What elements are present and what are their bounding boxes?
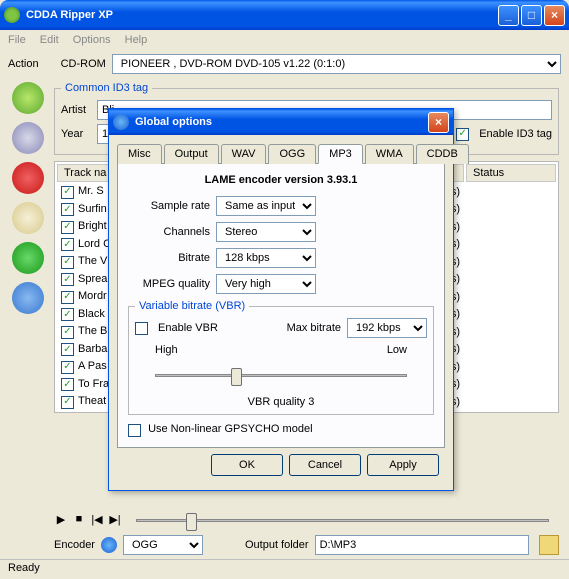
statusbar: Ready bbox=[0, 559, 569, 579]
track-checkbox[interactable]: ✓ bbox=[61, 396, 74, 409]
tab-ogg[interactable]: OGG bbox=[268, 144, 316, 164]
transport-bar: ▶ ■ |◀ ▶| bbox=[54, 509, 559, 529]
id3-legend: Common ID3 tag bbox=[61, 82, 152, 94]
tab-wma[interactable]: WMA bbox=[365, 144, 414, 164]
tab-misc[interactable]: Misc bbox=[117, 144, 162, 164]
tab-wav[interactable]: WAV bbox=[221, 144, 267, 164]
bitrate-label: Bitrate bbox=[128, 252, 210, 264]
cdrom-row: Action CD-ROM PIONEER , DVD-ROM DVD-105 … bbox=[0, 50, 569, 78]
col-status[interactable]: Status bbox=[466, 164, 556, 182]
slider-low-label: Low bbox=[387, 344, 407, 356]
gpsycho-label: Use Non-linear GPSYCHO model bbox=[148, 423, 312, 435]
stop-transport-icon[interactable]: ■ bbox=[72, 512, 86, 526]
output-folder-label: Output folder bbox=[245, 539, 309, 551]
cdrom-select[interactable]: PIONEER , DVD-ROM DVD-105 v1.22 (0:1:0) bbox=[112, 54, 561, 74]
track-checkbox[interactable]: ✓ bbox=[61, 203, 74, 216]
window-titlebar: CDDA Ripper XP _ □ × bbox=[0, 0, 569, 30]
encoder-header: LAME encoder version 3.93.1 bbox=[128, 174, 434, 186]
track-checkbox[interactable]: ✓ bbox=[61, 273, 74, 286]
slider-high-label: High bbox=[155, 344, 178, 356]
bottom-controls: ▶ ■ |◀ ▶| Encoder OGG Output folder bbox=[54, 509, 559, 555]
tab-output[interactable]: Output bbox=[164, 144, 219, 164]
edit-icon[interactable] bbox=[12, 202, 44, 234]
channels-label: Channels bbox=[128, 226, 210, 238]
download-icon[interactable] bbox=[12, 242, 44, 274]
vbr-quality-caption: VBR quality 3 bbox=[135, 396, 427, 408]
enable-id3-checkbox[interactable]: ✓ bbox=[456, 128, 469, 141]
app-icon bbox=[4, 7, 20, 23]
encoder-label: Encoder bbox=[54, 539, 95, 551]
menu-options[interactable]: Options bbox=[73, 34, 111, 46]
track-checkbox[interactable]: ✓ bbox=[61, 186, 74, 199]
track-checkbox[interactable]: ✓ bbox=[61, 326, 74, 339]
enable-id3-label: Enable ID3 tag bbox=[479, 128, 552, 140]
vbr-fieldset: Variable bitrate (VBR) ✓ Enable VBR Max … bbox=[128, 300, 434, 415]
prev-icon[interactable]: |◀ bbox=[90, 512, 104, 526]
vbr-quality-slider[interactable] bbox=[155, 364, 407, 388]
status-text: Ready bbox=[8, 562, 40, 574]
year-label: Year bbox=[61, 128, 91, 140]
dialog-close-button[interactable]: × bbox=[428, 112, 449, 133]
stop-icon[interactable] bbox=[12, 162, 44, 194]
sidebar bbox=[8, 82, 48, 314]
bitrate-select[interactable]: 128 kbps bbox=[216, 248, 316, 268]
sample-rate-select[interactable]: Same as input bbox=[216, 196, 316, 216]
enable-vbr-label: Enable VBR bbox=[158, 322, 218, 334]
dialog-titlebar: Global options × bbox=[109, 109, 453, 135]
playback-slider[interactable] bbox=[136, 509, 549, 529]
ok-button[interactable]: OK bbox=[211, 454, 283, 476]
track-checkbox[interactable]: ✓ bbox=[61, 343, 74, 356]
tab-content-mp3: LAME encoder version 3.93.1 Sample rate … bbox=[117, 164, 445, 448]
disc-icon[interactable] bbox=[12, 122, 44, 154]
browse-folder-icon[interactable] bbox=[539, 535, 559, 555]
apply-button[interactable]: Apply bbox=[367, 454, 439, 476]
channels-select[interactable]: Stereo bbox=[216, 222, 316, 242]
max-bitrate-label: Max bitrate bbox=[287, 322, 341, 334]
encoder-select[interactable]: OGG bbox=[123, 535, 203, 555]
global-options-dialog: Global options × Misc Output WAV OGG MP3… bbox=[108, 108, 454, 491]
track-checkbox[interactable]: ✓ bbox=[61, 291, 74, 304]
vbr-legend: Variable bitrate (VBR) bbox=[135, 300, 249, 312]
track-checkbox[interactable]: ✓ bbox=[61, 238, 74, 251]
minimize-button[interactable]: _ bbox=[498, 5, 519, 26]
cancel-button[interactable]: Cancel bbox=[289, 454, 361, 476]
track-checkbox[interactable]: ✓ bbox=[61, 378, 74, 391]
mpeg-quality-label: MPEG quality bbox=[128, 278, 210, 290]
mpeg-quality-select[interactable]: Very high bbox=[216, 274, 316, 294]
track-checkbox[interactable]: ✓ bbox=[61, 308, 74, 321]
action-label: Action bbox=[8, 58, 39, 70]
dialog-icon bbox=[113, 114, 129, 130]
output-folder-input[interactable] bbox=[315, 535, 529, 555]
dialog-title: Global options bbox=[135, 116, 426, 128]
settings-gear-icon[interactable] bbox=[12, 282, 44, 314]
track-checkbox[interactable]: ✓ bbox=[61, 221, 74, 234]
dialog-tabs: Misc Output WAV OGG MP3 WMA CDDB bbox=[117, 143, 445, 164]
artist-label: Artist bbox=[61, 104, 91, 116]
track-checkbox[interactable]: ✓ bbox=[61, 256, 74, 269]
close-button[interactable]: × bbox=[544, 5, 565, 26]
window-title: CDDA Ripper XP bbox=[26, 9, 496, 21]
enable-vbr-checkbox[interactable]: ✓ bbox=[135, 322, 148, 335]
menu-help[interactable]: Help bbox=[125, 34, 148, 46]
encoder-icon bbox=[101, 537, 117, 553]
tab-mp3[interactable]: MP3 bbox=[318, 144, 363, 164]
cdrom-label: CD-ROM bbox=[61, 58, 106, 70]
gpsycho-checkbox[interactable]: ✓ bbox=[128, 424, 141, 437]
tab-cddb[interactable]: CDDB bbox=[416, 144, 469, 164]
play-icon[interactable]: ▶ bbox=[54, 512, 68, 526]
menu-edit[interactable]: Edit bbox=[40, 34, 59, 46]
refresh-icon[interactable] bbox=[12, 82, 44, 114]
menubar: File Edit Options Help bbox=[0, 30, 569, 50]
sample-rate-label: Sample rate bbox=[128, 200, 210, 212]
max-bitrate-select[interactable]: 192 kbps bbox=[347, 318, 427, 338]
next-icon[interactable]: ▶| bbox=[108, 512, 122, 526]
menu-file[interactable]: File bbox=[8, 34, 26, 46]
maximize-button[interactable]: □ bbox=[521, 5, 542, 26]
track-checkbox[interactable]: ✓ bbox=[61, 361, 74, 374]
